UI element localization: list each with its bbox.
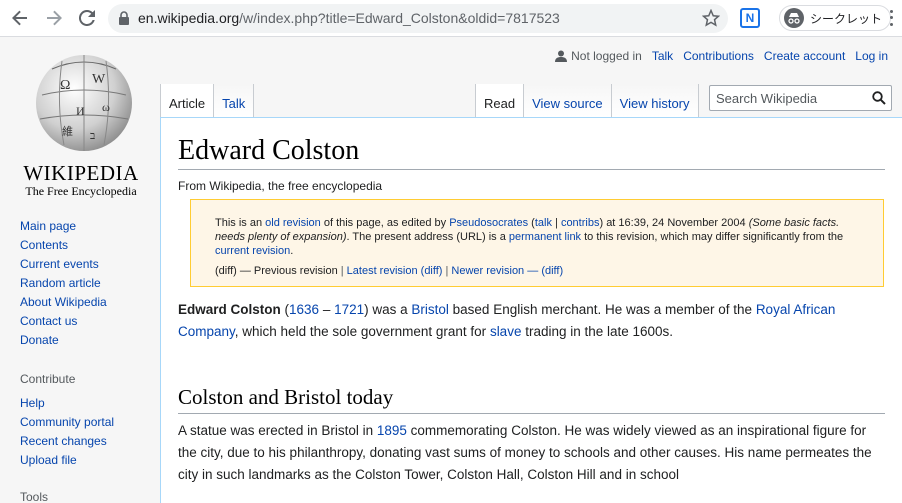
tab-article[interactable]: Article bbox=[160, 84, 215, 117]
link-1721[interactable]: 1721 bbox=[334, 302, 364, 317]
diff-previous: (diff) bbox=[215, 265, 237, 277]
browser-menu-icon[interactable] bbox=[884, 8, 898, 28]
personal-contributions-link[interactable]: Contributions bbox=[683, 49, 754, 63]
sidebar-item-community-portal[interactable]: Community portal bbox=[20, 413, 158, 432]
latest-diff-link[interactable]: (diff) bbox=[418, 265, 443, 277]
svg-text:Ω: Ω bbox=[60, 78, 70, 93]
section-paragraph: A statue was erected in Bristol in 1895 … bbox=[178, 423, 872, 482]
wikipedia-logo[interactable]: Ω W И ω 維 ב WIKIPEDIA The Free Encyclope… bbox=[12, 45, 150, 198]
sidebar-item-help[interactable]: Help bbox=[20, 394, 158, 413]
create-account-link[interactable]: Create account bbox=[764, 49, 845, 63]
article-content: Edward Colston From Wikipedia, the free … bbox=[160, 117, 902, 503]
incognito-icon bbox=[784, 8, 804, 28]
extension-n-icon[interactable]: N bbox=[740, 8, 760, 28]
back-arrow-icon bbox=[12, 10, 27, 26]
link-slave[interactable]: slave bbox=[490, 324, 522, 339]
permanent-link[interactable]: permanent link bbox=[509, 231, 581, 243]
search-icon[interactable] bbox=[872, 91, 886, 105]
sidebar-item-about-wikipedia[interactable]: About Wikipedia bbox=[20, 293, 158, 312]
not-logged-in: Not logged in bbox=[555, 49, 642, 63]
wikipedia-tagline: The Free Encyclopedia bbox=[25, 184, 137, 198]
sidebar-heading-tools: Tools bbox=[20, 490, 49, 503]
forward-button[interactable] bbox=[42, 6, 66, 30]
lead-paragraph: Edward Colston (1636 – 1721) was a Brist… bbox=[178, 302, 836, 339]
site-subtitle: From Wikipedia, the free encyclopedia bbox=[178, 179, 383, 193]
tab-view-source[interactable]: View source bbox=[524, 84, 612, 117]
link-bristol[interactable]: Bristol bbox=[411, 302, 449, 317]
bookmark-star-icon[interactable] bbox=[702, 9, 720, 27]
sidebar-item-upload-file[interactable]: Upload file bbox=[20, 451, 158, 470]
sidebar-heading-contribute: Contribute bbox=[20, 372, 76, 386]
incognito-label: シークレット bbox=[810, 11, 883, 26]
revision-navigation: (diff) — Previous revision | Latest revi… bbox=[215, 265, 564, 277]
sidebar-item-current-events[interactable]: Current events bbox=[20, 255, 158, 274]
newer-dash[interactable]: — bbox=[524, 265, 541, 277]
notice-text: This is an old revision of this page, as… bbox=[215, 217, 844, 257]
url-text: en.wikipedia.org/w/index.php?title=Edwar… bbox=[138, 10, 560, 26]
wikipedia-page: Ω W И ω 維 ב WIKIPEDIA The Free Encyclope… bbox=[0, 37, 902, 503]
editor-talk-link[interactable]: talk bbox=[535, 217, 552, 229]
wikipedia-wordmark: WIKIPEDIA bbox=[23, 161, 139, 185]
view-tabs: Read View source View history bbox=[475, 84, 699, 117]
reload-icon bbox=[79, 10, 95, 26]
reload-button[interactable] bbox=[75, 6, 99, 30]
old-revision-notice: This is an old revision of this page, as… bbox=[190, 199, 884, 287]
newer-diff-link[interactable]: (diff) bbox=[541, 265, 563, 277]
incognito-indicator[interactable]: シークレット bbox=[779, 5, 892, 31]
sidebar-item-contents[interactable]: Contents bbox=[20, 236, 158, 255]
current-revision-link[interactable]: current revision bbox=[215, 245, 290, 257]
user-icon bbox=[555, 50, 568, 62]
svg-text:И: И bbox=[76, 104, 85, 118]
log-in-link[interactable]: Log in bbox=[855, 49, 888, 63]
svg-text:W: W bbox=[92, 72, 106, 87]
sidebar-item-contact-us[interactable]: Contact us bbox=[20, 312, 158, 331]
forward-arrow-icon bbox=[47, 10, 62, 26]
wikipedia-globe-icon: Ω W И ω 維 ב bbox=[36, 47, 132, 151]
link-1895[interactable]: 1895 bbox=[377, 423, 407, 438]
svg-text:ω: ω bbox=[102, 100, 110, 114]
sidebar: Main page Contents Current events Random… bbox=[0, 217, 158, 503]
editor-link[interactable]: Pseudosocrates bbox=[449, 217, 528, 229]
sidebar-item-main-page[interactable]: Main page bbox=[20, 217, 158, 236]
namespace-tabs: Article Talk bbox=[160, 84, 255, 117]
sidebar-item-random-article[interactable]: Random article bbox=[20, 274, 158, 293]
latest-revision-link[interactable]: Latest revision bbox=[344, 265, 418, 277]
browser-toolbar: en.wikipedia.org/w/index.php?title=Edwar… bbox=[0, 0, 902, 37]
sidebar-item-donate[interactable]: Donate bbox=[20, 331, 158, 350]
page-title: Edward Colston bbox=[178, 134, 885, 170]
tab-view-history[interactable]: View history bbox=[611, 84, 699, 117]
tab-read[interactable]: Read bbox=[475, 84, 525, 117]
lock-icon bbox=[119, 11, 129, 25]
old-revision-link[interactable]: old revision bbox=[265, 217, 321, 229]
address-bar[interactable]: en.wikipedia.org/w/index.php?title=Edwar… bbox=[108, 4, 728, 33]
personal-tools: Not logged in Talk Contributions Create … bbox=[555, 49, 888, 63]
newer-revision-link[interactable]: Newer revision bbox=[448, 265, 524, 277]
tab-talk[interactable]: Talk bbox=[214, 84, 255, 117]
link-1636[interactable]: 1636 bbox=[289, 302, 319, 317]
sidebar-item-recent-changes[interactable]: Recent changes bbox=[20, 432, 158, 451]
editor-contribs-link[interactable]: contribs bbox=[561, 217, 600, 229]
search-input[interactable]: Search Wikipedia bbox=[709, 85, 892, 111]
svg-text:ב: ב bbox=[90, 130, 95, 142]
svg-text:維: 維 bbox=[62, 125, 73, 138]
personal-talk-link[interactable]: Talk bbox=[652, 49, 673, 63]
back-button[interactable] bbox=[8, 6, 32, 30]
section-heading: Colston and Bristol today bbox=[178, 383, 885, 414]
